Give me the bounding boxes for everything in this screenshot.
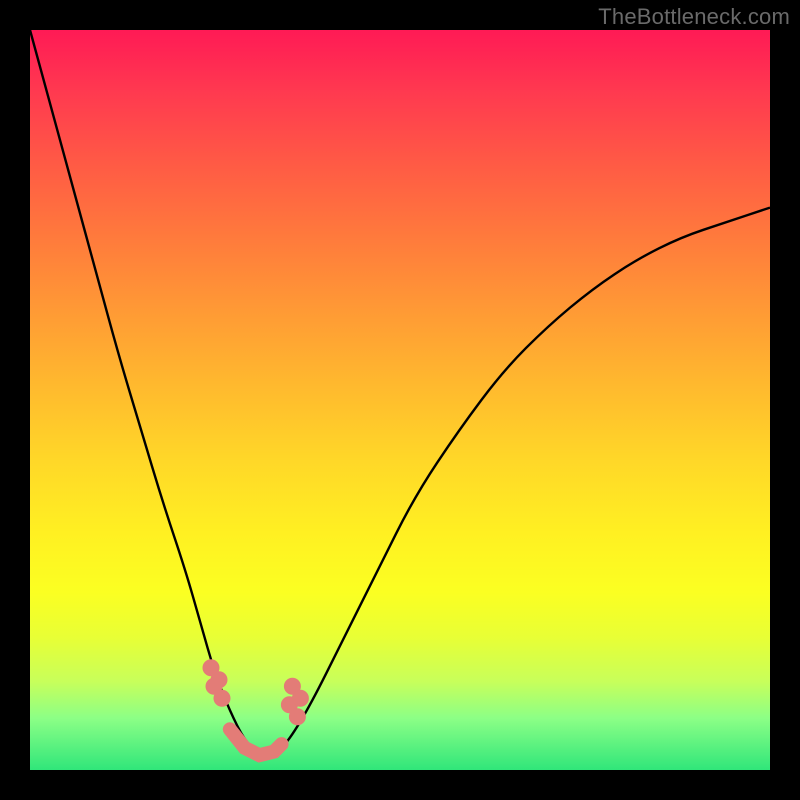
marker-dot-right-upper xyxy=(292,690,308,706)
bottleneck-curve xyxy=(30,30,770,755)
marker-worm xyxy=(230,729,282,755)
watermark-text: TheBottleneck.com xyxy=(598,4,790,30)
chart-area xyxy=(30,30,770,770)
marker-dot-left-lower xyxy=(214,690,230,706)
marker-dot-right-lower xyxy=(289,709,305,725)
plot-svg xyxy=(30,30,770,770)
highlight-markers xyxy=(203,660,308,755)
